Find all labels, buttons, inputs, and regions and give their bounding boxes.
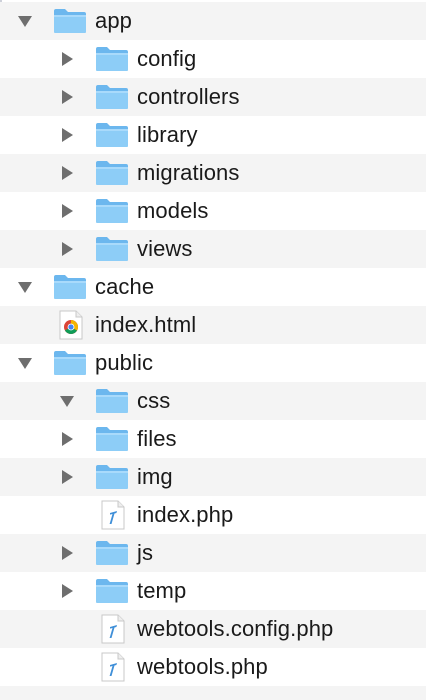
disclosure-collapsed-icon[interactable] — [59, 89, 75, 105]
folder-icon — [95, 84, 129, 110]
folder-icon — [95, 540, 129, 566]
php-file-icon — [99, 500, 127, 530]
tree-row-temp[interactable]: temp — [0, 572, 426, 610]
tree-row-label: webtools.php — [137, 654, 268, 679]
tree-row-label: temp — [137, 578, 187, 603]
php-file-icon — [99, 614, 127, 644]
disclosure-collapsed-icon[interactable] — [59, 469, 75, 485]
tree-row-webtools-php[interactable]: webtools.php — [0, 648, 426, 686]
disclosure-collapsed-icon[interactable] — [59, 241, 75, 257]
tree-row-label: index.html — [95, 312, 197, 337]
tree-row-label: config — [137, 46, 197, 71]
tree-row-migrations[interactable]: migrations — [0, 154, 426, 192]
tree-row-label: app — [95, 8, 133, 33]
tree-row-index-html[interactable]: index.html — [0, 306, 426, 344]
tree-row-controllers[interactable]: controllers — [0, 78, 426, 116]
tree-row-config[interactable]: config — [0, 40, 426, 78]
tree-row-webtools-config-php[interactable]: webtools.config.php — [0, 610, 426, 648]
disclosure-collapsed-icon[interactable] — [59, 203, 75, 219]
tree-row-label: views — [137, 236, 193, 261]
tree-row-label: migrations — [137, 160, 240, 185]
folder-icon — [95, 388, 129, 414]
tree-row-label: library — [137, 122, 198, 147]
tree-row-label: js — [137, 540, 154, 565]
disclosure-expanded-icon[interactable] — [59, 393, 75, 409]
tree-row-js[interactable]: js — [0, 534, 426, 572]
tree-row-library[interactable]: library — [0, 116, 426, 154]
tree-row-index-php[interactable]: index.php — [0, 496, 426, 534]
folder-icon — [53, 8, 87, 34]
tree-row-img[interactable]: img — [0, 458, 426, 496]
disclosure-collapsed-icon[interactable] — [59, 127, 75, 143]
tree-row-label: files — [137, 426, 177, 451]
tree-row-cache[interactable]: cache — [0, 268, 426, 306]
tree-row-public[interactable]: public — [0, 344, 426, 382]
tree-row-label: controllers — [137, 84, 240, 109]
disclosure-collapsed-icon[interactable] — [59, 545, 75, 561]
folder-icon — [53, 274, 87, 300]
folder-icon — [95, 426, 129, 452]
tree-row-label: cache — [95, 274, 155, 299]
tree-row-files[interactable]: files — [0, 420, 426, 458]
folder-icon — [95, 46, 129, 72]
folder-icon — [53, 350, 87, 376]
disclosure-expanded-icon[interactable] — [17, 355, 33, 371]
tree-row-views[interactable]: views — [0, 230, 426, 268]
tree-row-label: public — [95, 350, 154, 375]
folder-icon — [95, 236, 129, 262]
disclosure-expanded-icon[interactable] — [17, 13, 33, 29]
chrome-html-file-icon — [57, 310, 85, 340]
folder-icon — [95, 122, 129, 148]
disclosure-collapsed-icon[interactable] — [59, 165, 75, 181]
folder-icon — [95, 464, 129, 490]
folder-icon — [95, 160, 129, 186]
folder-icon — [95, 578, 129, 604]
disclosure-expanded-icon[interactable] — [17, 279, 33, 295]
tree-row-label: webtools.config.php — [137, 616, 334, 641]
tree-row-label: index.php — [137, 502, 234, 527]
tree-row-css[interactable]: css — [0, 382, 426, 420]
tree-row-label: css — [137, 388, 171, 413]
tree-row-label: img — [137, 464, 173, 489]
file-tree: app config controllers library migration… — [0, 2, 426, 686]
tree-row-models[interactable]: models — [0, 192, 426, 230]
disclosure-collapsed-icon[interactable] — [59, 583, 75, 599]
disclosure-collapsed-icon[interactable] — [59, 431, 75, 447]
tree-row-label: models — [137, 198, 209, 223]
empty-row-stripe — [0, 686, 426, 700]
disclosure-collapsed-icon[interactable] — [59, 51, 75, 67]
folder-icon — [95, 198, 129, 224]
php-file-icon — [99, 652, 127, 682]
tree-row-app[interactable]: app — [0, 2, 426, 40]
